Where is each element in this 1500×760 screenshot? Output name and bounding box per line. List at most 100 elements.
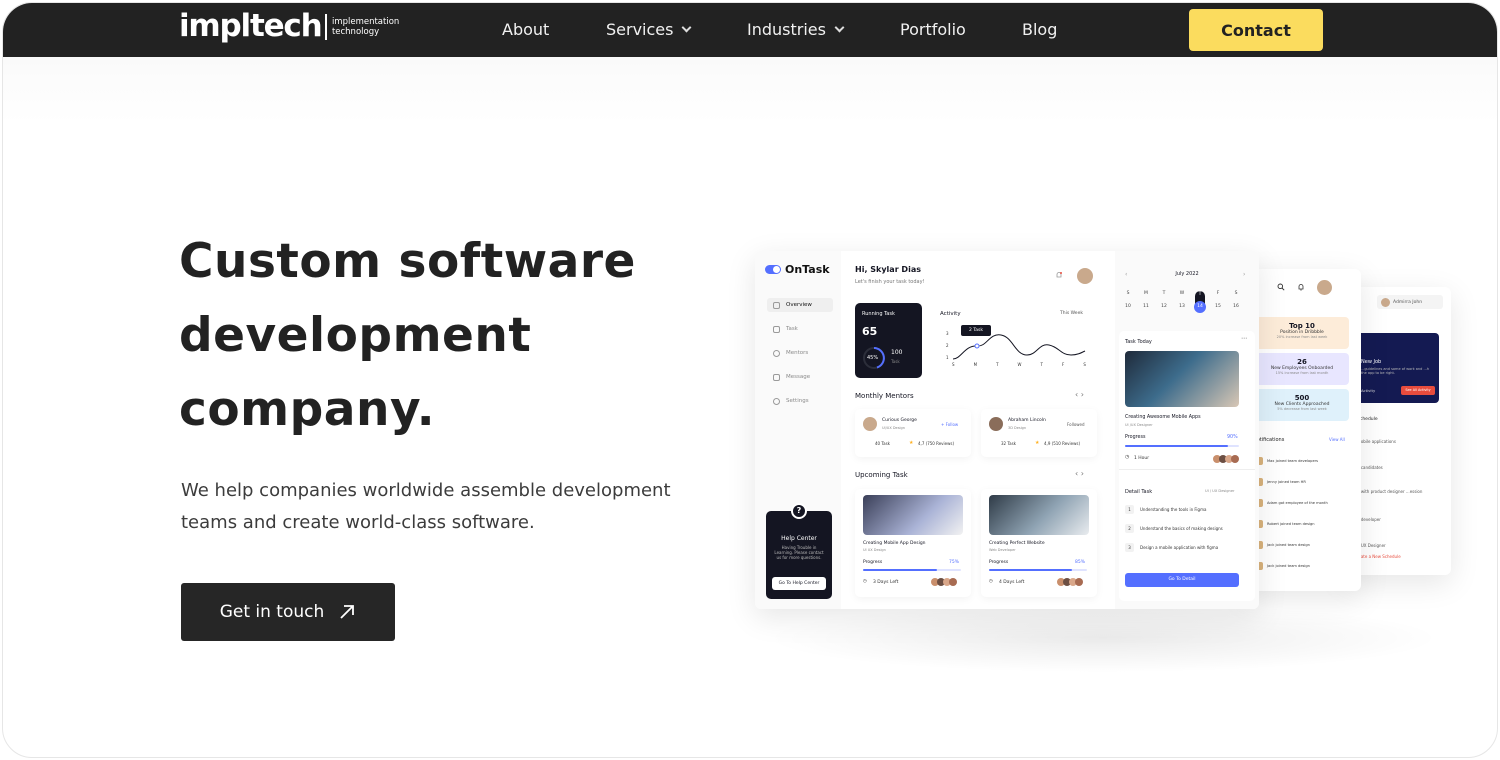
contact-button[interactable]: Contact — [1189, 9, 1323, 51]
sidebar-item-label: Overview — [786, 302, 812, 308]
progress-fill — [863, 569, 937, 571]
calendar-weekday: T — [1162, 291, 1166, 296]
sidebar-item-label: Settings — [786, 398, 809, 404]
calendar-month: July 2022 — [1175, 271, 1199, 277]
go-to-detail-button[interactable]: Go To Detail — [1125, 573, 1239, 587]
x-tick: W — [1017, 362, 1022, 367]
calendar-weekday: S — [1126, 291, 1130, 296]
sidebar-item-label: Message — [786, 374, 811, 380]
hero-title: Custom software development company. — [179, 225, 719, 447]
follow-button[interactable]: + Follow — [941, 422, 958, 427]
task-today-title: Task Today — [1125, 339, 1152, 345]
x-tick: M — [973, 362, 978, 367]
progress-bar — [1125, 445, 1239, 447]
notification-item: Jack joined team design — [1255, 562, 1347, 570]
calendar-date[interactable]: 15 — [1213, 304, 1223, 309]
mockup-card-stats: Top 10 Position in Dribbble 20% increase… — [1243, 269, 1361, 591]
view-all-link[interactable]: View All — [1329, 437, 1345, 442]
activity-range-select[interactable]: This Week — [1060, 311, 1083, 316]
help-center-button[interactable]: Go To Help Center — [772, 577, 826, 590]
progress-percent: 90% — [1227, 435, 1238, 440]
cta-label: Get in touch — [219, 602, 325, 622]
step-number: 3 — [1125, 543, 1134, 552]
avatar-group — [1213, 455, 1239, 463]
calendar-date[interactable]: 12 — [1159, 304, 1169, 309]
clock-icon: ◷ — [1125, 455, 1130, 460]
more-icon[interactable]: ⋯ — [1241, 335, 1247, 342]
avatar[interactable] — [1077, 268, 1093, 284]
carousel-arrows[interactable]: ‹ › — [1075, 469, 1084, 478]
calendar-date[interactable]: 13 — [1177, 304, 1187, 309]
task-today-thumbnail — [1125, 351, 1239, 407]
task-today-name: Creating Awesome Mobile Apps — [1125, 415, 1201, 420]
help-text: Having Trouble in Learning. Please conta… — [774, 545, 824, 560]
step-number: 1 — [1125, 505, 1134, 514]
stat-sub: 5% decrease from last week — [1277, 407, 1327, 411]
running-task-value: 65 — [862, 325, 878, 338]
get-in-touch-button[interactable]: Get in touch — [181, 583, 395, 641]
gear-icon — [773, 397, 780, 405]
nav-item-portfolio[interactable]: Portfolio — [900, 20, 966, 39]
upcoming-task-title: Upcoming Task — [855, 471, 908, 479]
hero-title-line3: company. — [179, 382, 436, 437]
help-center-card: ? Help Center Having Trouble in Learning… — [766, 503, 832, 599]
progress-label: Progress — [863, 560, 883, 565]
calendar-date[interactable]: 11 — [1141, 304, 1151, 309]
logo-tagline-line2: technology — [331, 26, 380, 37]
sidebar-item-mentors[interactable]: Mentors — [767, 346, 833, 360]
book-icon — [773, 325, 780, 333]
calendar-date[interactable]: 10 — [1123, 304, 1133, 309]
divider — [1119, 469, 1255, 470]
stat-card: 26 New Employees Onboarded 15% increase … — [1255, 353, 1349, 385]
sidebar-item-message[interactable]: Message — [767, 370, 833, 384]
notification-text: Jack joined team design — [1267, 564, 1310, 568]
activity-title: Activity — [940, 311, 961, 317]
logo-wordmark: impltech — [179, 8, 323, 44]
task-thumbnail — [863, 495, 963, 535]
followed-label[interactable]: Followed — [1067, 422, 1085, 427]
mentor-card[interactable]: Abraham Lincoln 3D Design Followed 32 Ta… — [981, 409, 1097, 457]
task-role: Web Developer — [989, 548, 1016, 552]
help-title: Help Center — [781, 535, 817, 542]
mentor-role: UI/UX Design — [882, 426, 905, 430]
nav-item-services[interactable]: Services — [606, 20, 692, 39]
sidebar-item-overview[interactable]: Overview — [767, 298, 833, 312]
hero-title-line1: Custom software — [179, 234, 636, 289]
stat-value: 500 — [1294, 394, 1310, 402]
avatar — [989, 417, 1003, 431]
notification-text: Max joined team developers — [1267, 459, 1319, 463]
new-schedule-link[interactable]: ...ate a New Schedule — [1357, 554, 1401, 559]
detail-task-title: Detail Task — [1125, 489, 1153, 495]
nav-item-industries[interactable]: Industries — [747, 20, 845, 39]
sidebar-item-settings[interactable]: Settings — [767, 394, 833, 408]
avatar — [1075, 578, 1083, 586]
sidebar-item-task[interactable]: Task — [767, 322, 833, 336]
detail-step: 2 Understand the basics of making design… — [1125, 524, 1251, 533]
see-all-activity-button[interactable]: See All Activity — [1401, 386, 1435, 395]
task-title: Creating Perfect Website — [989, 541, 1045, 546]
stat-sub: 15% increase from last month — [1275, 371, 1329, 375]
upcoming-task-card[interactable]: Creating Perfect Website Web Developer P… — [981, 489, 1097, 597]
message-icon — [773, 373, 780, 381]
nav-item-about[interactable]: About — [502, 20, 549, 39]
logo[interactable]: impltech implementation technology — [179, 11, 399, 42]
calendar-date[interactable]: 16 — [1231, 304, 1241, 309]
nav-item-blog[interactable]: Blog — [1022, 20, 1057, 39]
calendar-date-selected[interactable]: 14 — [1194, 301, 1206, 313]
bell-icon[interactable] — [1055, 271, 1063, 279]
chevron-right-icon[interactable]: › — [1243, 271, 1245, 278]
step-text: Understand the basics of making designs — [1140, 526, 1223, 531]
stat-value: Top 10 — [1289, 322, 1315, 330]
upcoming-task-card[interactable]: Creating Mobile App Design UI UX Design … — [855, 489, 971, 597]
mockup-dashboard: OnTask Overview Task Mentors Message Set… — [755, 251, 1259, 609]
carousel-arrows[interactable]: ‹ › — [1075, 390, 1084, 399]
schedule-item: ...UX Designer — [1357, 543, 1386, 548]
notification-text: Adam got employee of the month — [1267, 501, 1328, 505]
bell-icon — [1298, 284, 1304, 291]
avatar-group — [1057, 578, 1087, 586]
x-tick: T — [1040, 362, 1043, 367]
progress-fill — [989, 569, 1073, 571]
mentor-card[interactable]: Curious George UI/UX Design + Follow 40 … — [855, 409, 971, 457]
grid-icon — [773, 301, 780, 309]
chevron-down-icon — [682, 22, 692, 33]
